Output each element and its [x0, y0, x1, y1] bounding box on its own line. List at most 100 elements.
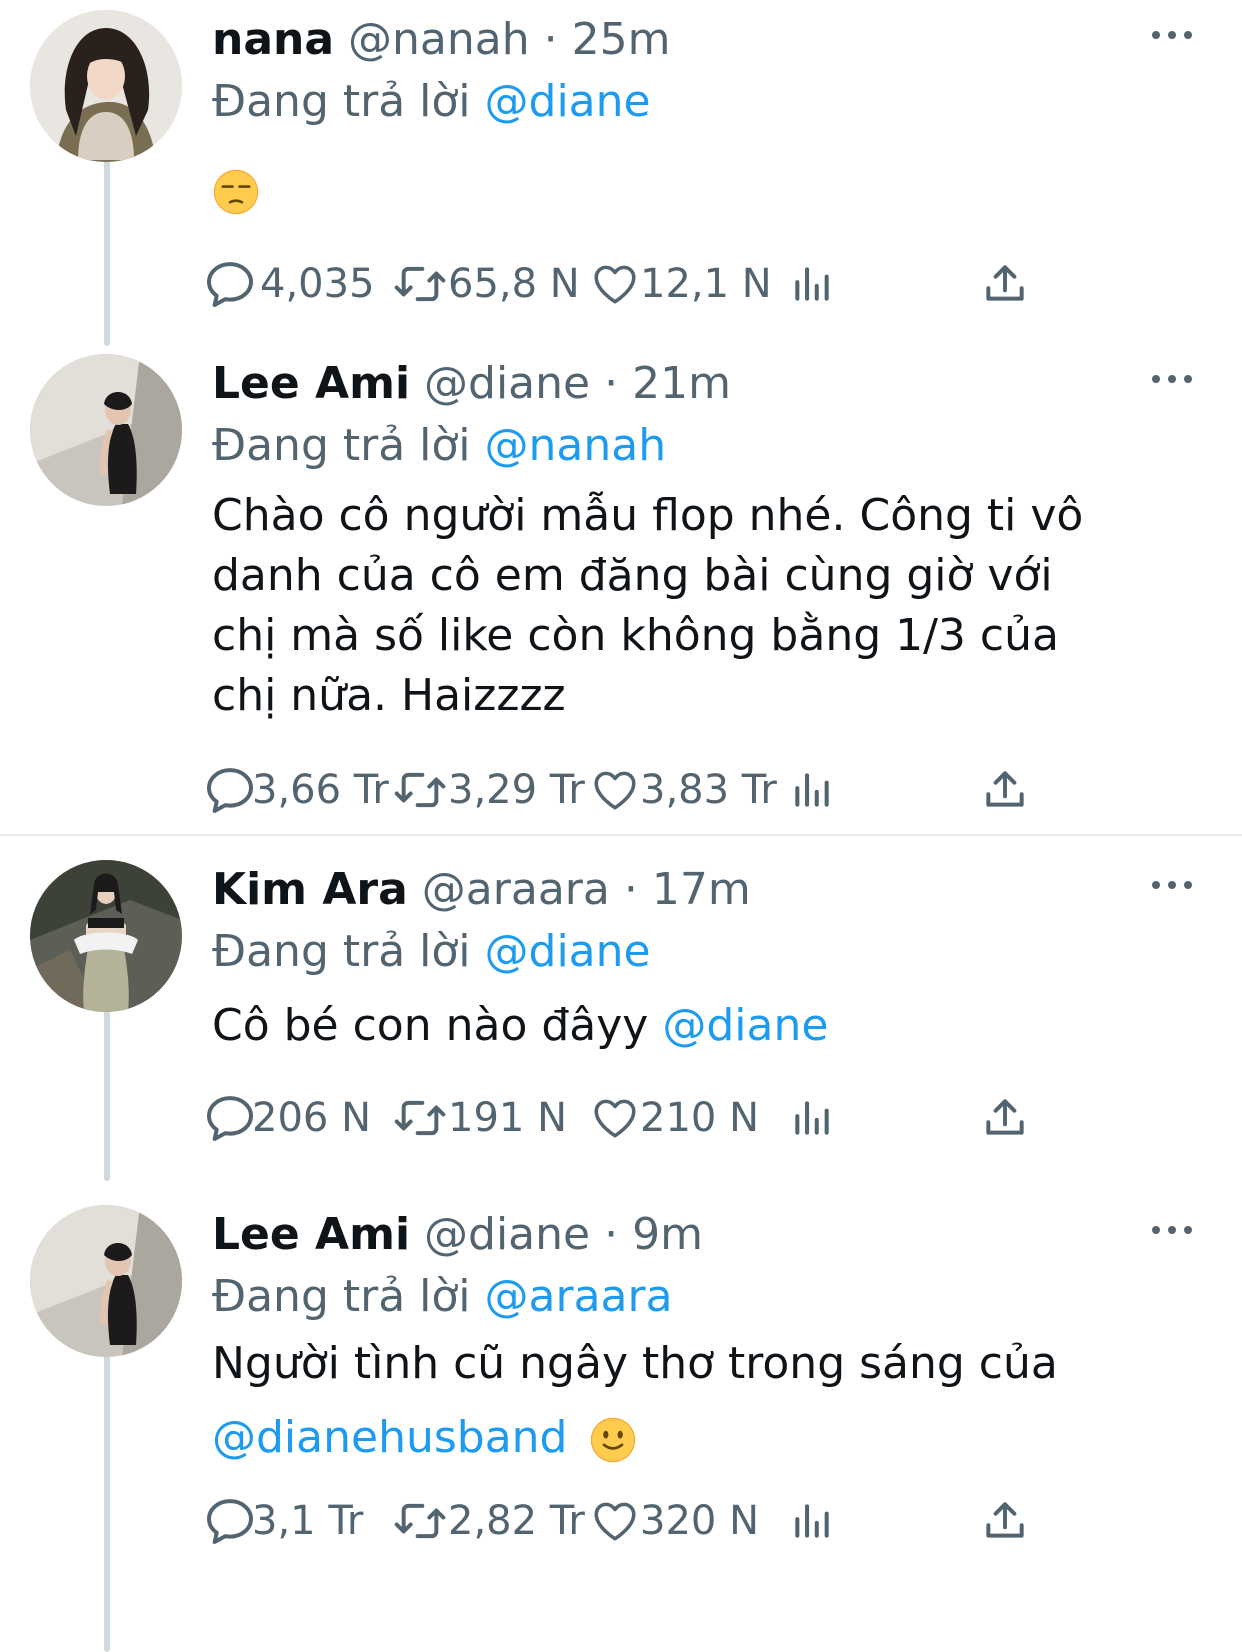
replying-label: Đang trả lời [212, 926, 471, 977]
reply-button[interactable]: 4,035 [202, 256, 375, 312]
body-line: Chào cô người mẫu flop nhé. Công ti vô [212, 490, 1084, 541]
reply-count: 4,035 [260, 261, 375, 307]
tweet-actions: 3,66 Tr 3,29 Tr 3,83 Tr [212, 762, 1112, 818]
replying-label: Đang trả lời [212, 420, 471, 471]
retweet-button[interactable]: 191 N [392, 1090, 567, 1146]
more-dots-icon[interactable] [1150, 372, 1194, 386]
retweet-button[interactable]: 3,29 Tr [392, 762, 585, 818]
like-button[interactable]: 210 N [590, 1090, 759, 1146]
tweet-lee-ami-2[interactable]: Lee Ami @diane · 9m Đang trả lời @araara… [0, 1195, 1242, 1652]
share-upload-icon [980, 1090, 1030, 1146]
replying-label: Đang trả lời [212, 76, 471, 127]
more-dots-icon[interactable] [1150, 28, 1194, 42]
like-button[interactable]: 3,83 Tr [590, 762, 777, 818]
tweet-header: Kim Ara @araara · 17m [212, 860, 751, 920]
reply-button[interactable]: 3,1 Tr [202, 1493, 363, 1549]
like-count: 12,1 N [640, 261, 772, 307]
reply-button[interactable]: 206 N [202, 1090, 371, 1146]
tweet-lee-ami-1[interactable]: Lee Ami @diane · 21m Đang trả lời @nanah… [0, 344, 1242, 834]
tweet-time[interactable]: 21m [632, 358, 731, 409]
share-button[interactable] [980, 1090, 1030, 1146]
reply-count: 3,1 Tr [252, 1498, 364, 1544]
replying-to: Đang trả lời @diane [212, 72, 651, 132]
avatar-kim-ara[interactable] [30, 860, 182, 1012]
share-upload-icon [980, 762, 1030, 818]
speech-bubble-icon [202, 1493, 258, 1549]
reply-count: 3,66 Tr [252, 767, 389, 813]
share-button[interactable] [980, 256, 1030, 312]
replying-to: Đang trả lời @araara [212, 1267, 673, 1327]
body-text: Cô bé con nào đâyy [212, 1000, 649, 1051]
tweet-time[interactable]: 25m [572, 14, 671, 65]
tweet-kim-ara[interactable]: Kim Ara @araara · 17m Đang trả lời @dian… [0, 850, 1242, 1180]
views-button[interactable] [790, 762, 834, 818]
retweet-button[interactable]: 2,82 Tr [392, 1493, 585, 1549]
like-count: 210 N [640, 1095, 759, 1141]
thread-divider [0, 834, 1242, 836]
heart-icon [590, 762, 640, 818]
reply-count: 206 N [252, 1095, 371, 1141]
user-handle[interactable]: @araara [422, 864, 610, 915]
tweet-body [212, 158, 1202, 222]
retweet-count: 2,82 Tr [448, 1498, 585, 1544]
like-button[interactable]: 12,1 N [590, 256, 772, 312]
replying-to: Đang trả lời @nanah [212, 416, 666, 476]
body-mention[interactable]: @diane [662, 1000, 828, 1051]
speech-bubble-icon [202, 1090, 258, 1146]
share-upload-icon [980, 256, 1030, 312]
unamused-face-emoji [212, 168, 260, 216]
share-button[interactable] [980, 1493, 1030, 1549]
avatar-nana[interactable] [30, 10, 182, 162]
retweet-icon [392, 1090, 448, 1146]
replying-mention[interactable]: @araara [485, 1271, 673, 1322]
retweet-icon [392, 256, 448, 312]
display-name[interactable]: Kim Ara [212, 864, 408, 915]
user-handle[interactable]: @diane [424, 1209, 590, 1260]
share-upload-icon [980, 1493, 1030, 1549]
body-mention[interactable]: @dianehusband [212, 1412, 567, 1463]
views-button[interactable] [790, 1493, 834, 1549]
separator-dot: · [604, 358, 619, 409]
retweet-button[interactable]: 65,8 N [392, 256, 580, 312]
share-button[interactable] [980, 762, 1030, 818]
like-count: 320 N [640, 1498, 759, 1544]
avatar-lee-ami[interactable] [30, 354, 182, 506]
tweet-actions: 3,1 Tr 2,82 Tr 320 N [212, 1493, 1112, 1549]
user-handle[interactable]: @diane [424, 358, 590, 409]
avatar-lee-ami[interactable] [30, 1205, 182, 1357]
more-dots-icon[interactable] [1150, 878, 1194, 892]
retweet-count: 65,8 N [448, 261, 580, 307]
tweet-header: Lee Ami @diane · 9m [212, 1205, 703, 1265]
more-dots-icon[interactable] [1150, 1223, 1194, 1237]
display-name[interactable]: Lee Ami [212, 1209, 410, 1260]
tweet-nana[interactable]: nana @nanah · 25m Đang trả lời @diane 4,… [0, 0, 1242, 340]
display-name[interactable]: Lee Ami [212, 358, 410, 409]
like-button[interactable]: 320 N [590, 1493, 759, 1549]
replying-mention[interactable]: @diane [485, 76, 651, 127]
like-count: 3,83 Tr [640, 767, 777, 813]
views-button[interactable] [790, 256, 834, 312]
tweet-body: Người tình cũ ngây thơ trong sáng của @d… [212, 1327, 1202, 1475]
bar-chart-icon [790, 1493, 834, 1549]
speech-bubble-icon [202, 256, 258, 312]
retweet-count: 191 N [448, 1095, 567, 1141]
reply-button[interactable]: 3,66 Tr [202, 762, 389, 818]
replying-mention[interactable]: @nanah [485, 420, 667, 471]
tweet-time[interactable]: 9m [632, 1209, 703, 1260]
user-handle[interactable]: @nanah [348, 14, 530, 65]
body-text: Người tình cũ ngây thơ trong sáng của [212, 1338, 1058, 1389]
display-name[interactable]: nana [212, 14, 334, 65]
tweet-actions: 206 N 191 N 210 N [212, 1090, 1112, 1146]
retweet-icon [392, 762, 448, 818]
views-button[interactable] [790, 1090, 834, 1146]
bar-chart-icon [790, 1090, 834, 1146]
bar-chart-icon [790, 762, 834, 818]
tweet-header: Lee Ami @diane · 21m [212, 354, 731, 414]
tweet-time[interactable]: 17m [652, 864, 751, 915]
body-line: danh của cô em đăng bài cùng giờ với [212, 550, 1053, 601]
replying-mention[interactable]: @diane [485, 926, 651, 977]
body-line: chị mà số like còn không bằng 1/3 của [212, 610, 1059, 661]
tweet-actions: 4,035 65,8 N 12,1 N [212, 256, 1112, 312]
tweet-body: Cô bé con nào đâyy @diane [212, 994, 1202, 1058]
replying-to: Đang trả lời @diane [212, 922, 651, 982]
